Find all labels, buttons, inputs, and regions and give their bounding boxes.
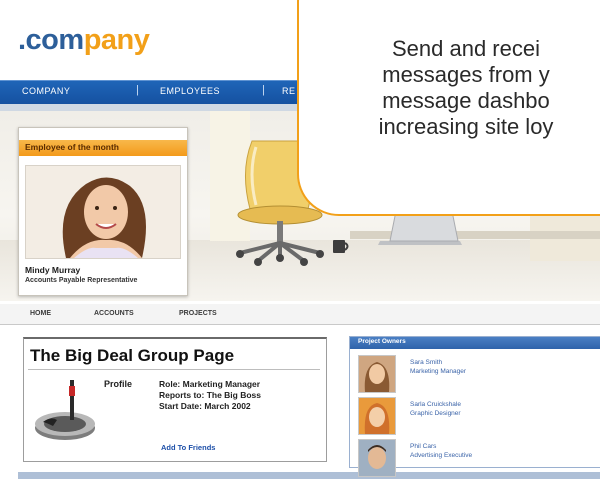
feature-callout-text: Send and recei messages from y message d… bbox=[306, 36, 600, 140]
employee-of-month-title: Employee of the month bbox=[25, 142, 119, 152]
owner-name: Phil Cars bbox=[410, 443, 437, 450]
owner-role: Graphic Designer bbox=[410, 410, 461, 417]
callout-line-3: message dashbo bbox=[382, 88, 550, 113]
add-to-friends-link[interactable]: Add To Friends bbox=[161, 443, 215, 452]
owner-name: Sara Smith bbox=[410, 359, 443, 366]
title-divider bbox=[28, 369, 320, 370]
nav-separator: | bbox=[262, 84, 265, 96]
sub-nav: HOME ACCOUNTS PROJECTS bbox=[0, 304, 600, 325]
callout-line-2: messages from y bbox=[382, 62, 550, 87]
owner-role: Advertising Executive bbox=[410, 452, 473, 459]
owner-item[interactable]: Sara Smith Marketing Manager bbox=[354, 353, 600, 393]
subnav-projects[interactable]: PROJECTS bbox=[179, 310, 217, 317]
employee-role: Accounts Payable Representative bbox=[25, 277, 138, 284]
owner-avatar bbox=[358, 439, 396, 477]
profile-role: Role: Marketing Manager bbox=[159, 379, 261, 389]
owner-item[interactable]: Phil Cars Advertising Executive bbox=[354, 437, 600, 477]
nav-resources[interactable]: RE bbox=[282, 86, 296, 96]
website-screenshot: .company COMPANY | EMPLOYEES | RE Employ… bbox=[0, 0, 600, 479]
owner-role: Marketing Manager bbox=[410, 368, 466, 375]
project-owners-panel: Project Owners Sara Smith Marketing Mana… bbox=[349, 336, 600, 477]
avatar-icon bbox=[359, 440, 395, 476]
company-logo[interactable]: .company bbox=[18, 24, 150, 57]
group-page-title: The Big Deal Group Page bbox=[30, 346, 235, 365]
project-owners-header: Project Owners bbox=[350, 337, 600, 349]
owner-avatar bbox=[358, 355, 396, 393]
profile-details: Role: Marketing Manager Reports to: The … bbox=[159, 379, 261, 412]
nav-company[interactable]: COMPANY bbox=[22, 86, 70, 96]
employee-portrait-icon bbox=[26, 166, 180, 258]
employee-name: Mindy Murray bbox=[25, 265, 81, 275]
logo-part-2: pany bbox=[83, 24, 150, 56]
nav-separator: | bbox=[136, 84, 139, 96]
owner-item[interactable]: Sarla Cruickshale Graphic Designer bbox=[354, 395, 600, 435]
owner-name: Sarla Cruickshale bbox=[410, 401, 461, 408]
callout-line-1: Send and recei bbox=[392, 36, 540, 61]
logo-part-1: .com bbox=[18, 24, 84, 56]
employee-of-month-card[interactable]: Employee of the month Mindy Murray Accou… bbox=[18, 127, 188, 296]
callout-line-4: increasing site loy bbox=[378, 114, 554, 139]
subnav-accounts[interactable]: ACCOUNTS bbox=[94, 310, 134, 317]
avatar-icon bbox=[359, 398, 395, 434]
subnav-home[interactable]: HOME bbox=[30, 310, 51, 317]
film-reel-icon bbox=[35, 380, 95, 440]
project-owners-title: Project Owners bbox=[358, 338, 406, 345]
group-page-panel: The Big Deal Group Page Profile Role: Ma… bbox=[23, 337, 327, 462]
owner-avatar bbox=[358, 397, 396, 435]
employee-photo bbox=[25, 165, 181, 259]
profile-start-date: Start Date: March 2002 bbox=[159, 401, 251, 411]
profile-label: Profile bbox=[104, 379, 133, 389]
avatar-icon bbox=[359, 356, 395, 392]
nav-employees[interactable]: EMPLOYEES bbox=[160, 86, 220, 96]
employee-of-month-header: Employee of the month bbox=[19, 140, 187, 156]
profile-reports-to: Reports to: The Big Boss bbox=[159, 390, 262, 400]
